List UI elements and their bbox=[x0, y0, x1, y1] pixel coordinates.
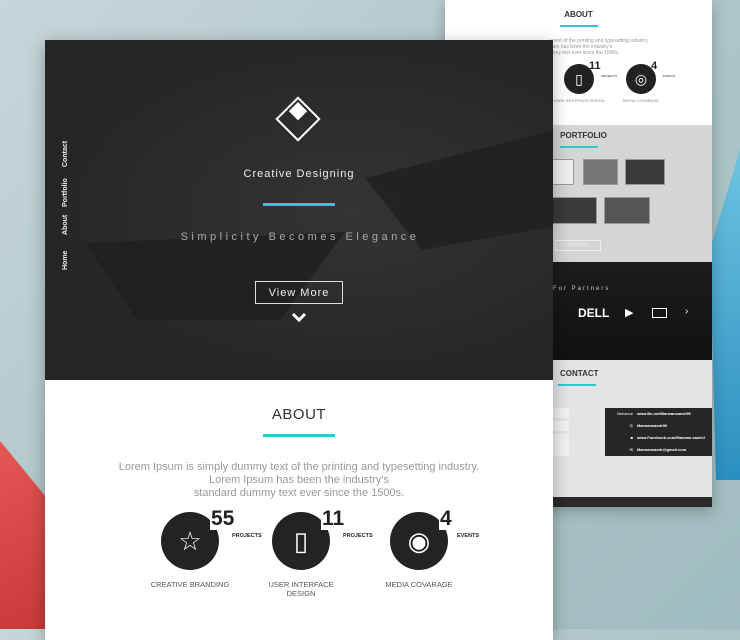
stat-number: 11 bbox=[589, 60, 601, 72]
accent-line bbox=[263, 434, 335, 437]
hero-title: Creative Designing bbox=[243, 168, 355, 180]
text-line: Lorem Ipsum has been the industry's bbox=[208, 474, 390, 486]
about-section: ABOUT Lorem Ipsum is simply dummy text o… bbox=[45, 380, 553, 500]
portfolio-thumb[interactable] bbox=[583, 159, 618, 185]
vertical-nav: Home About Portfolio Contact bbox=[62, 140, 74, 270]
contact-value[interactable]: www.Be.net/Marwansamir99 bbox=[637, 411, 691, 416]
view-more-button[interactable]: View More bbox=[255, 281, 343, 304]
stat-ui-design: ▯ 11 PROJECTS USER INTERFACE DESIGN bbox=[241, 508, 372, 599]
stat-number: 4 bbox=[651, 60, 658, 72]
back-stat: ▯ 11 PROJECTS USER INTERFACE DESIGN bbox=[549, 60, 617, 103]
stat-label: USER INTERFACE DESIGN bbox=[553, 98, 605, 103]
portfolio-thumb[interactable] bbox=[604, 197, 650, 224]
nav-contact[interactable]: Contact bbox=[62, 141, 69, 167]
email-field[interactable] bbox=[552, 421, 569, 431]
contact-value[interactable]: Marwansamir@gmail.com bbox=[637, 447, 686, 452]
blue-paper-boat bbox=[710, 150, 740, 480]
partner-logo-dell: DELL bbox=[578, 306, 610, 320]
partner-logo bbox=[652, 308, 667, 318]
behance-label: Behance bbox=[617, 411, 633, 416]
contact-row: ■ www.Facebook.com/Marwan.samir2 bbox=[605, 432, 712, 444]
hero-subtitle: Simplicity Becomes Elegance bbox=[180, 231, 420, 243]
front-page-mockup: Home About Portfolio Contact Creative De… bbox=[45, 40, 553, 640]
accent-line bbox=[559, 146, 598, 148]
contact-row: ✉ Marwansamir@gmail.com bbox=[605, 444, 712, 456]
stat-label: CREATIVE BRANDING bbox=[150, 580, 230, 589]
about-title: ABOUT bbox=[271, 406, 327, 423]
text-line: mmy text ever since the 1500s. bbox=[550, 50, 620, 56]
message-field[interactable] bbox=[552, 434, 569, 456]
chevron-down-icon[interactable] bbox=[291, 310, 307, 326]
stat-number: 4 bbox=[439, 507, 453, 530]
stat-label: USER INTERFACE DESIGN bbox=[268, 580, 334, 598]
play-logo-icon: ▶ bbox=[625, 307, 634, 319]
name-field[interactable] bbox=[552, 408, 569, 418]
accent-line bbox=[559, 25, 598, 27]
contact-row: Behance www.Be.net/Marwansamir99 bbox=[605, 408, 712, 420]
chevron-right-icon[interactable]: › bbox=[685, 306, 688, 317]
accent-line bbox=[263, 203, 335, 206]
contact-info-box: Behance www.Be.net/Marwansamir99 ◎ Marwans… bbox=[605, 408, 712, 456]
accent-line bbox=[558, 384, 596, 386]
logo-icon bbox=[275, 96, 321, 142]
partners-title: For Partners bbox=[553, 286, 611, 292]
instagram-icon: ◎ bbox=[629, 423, 634, 428]
stat-label: MEDIA COVARAGE bbox=[623, 98, 659, 103]
back-stat: ◎ 4 EVENTS MEDIA COVARAGE bbox=[611, 60, 675, 103]
back-view-more-button[interactable]: View More bbox=[555, 240, 601, 251]
nav-portfolio[interactable]: Portfolio bbox=[62, 178, 69, 207]
back-about-title: ABOUT bbox=[564, 10, 593, 19]
contact-value[interactable]: Marwansamir99 bbox=[637, 423, 667, 428]
nav-home[interactable]: Home bbox=[62, 251, 69, 270]
text-line: standard dummy text ever since the 1500s… bbox=[193, 487, 405, 499]
stat-unit: EVENTS bbox=[663, 74, 676, 78]
stat-number: 55 bbox=[210, 507, 236, 530]
stat-label: MEDIA COVARAGE bbox=[385, 580, 453, 589]
contact-row: ◎ Marwansamir99 bbox=[605, 420, 712, 432]
text-line: Lorem Ipsum is simply dummy text of the … bbox=[118, 461, 480, 473]
about-text: Lorem Ipsum is simply dummy text of the … bbox=[45, 461, 553, 500]
hero-section: Home About Portfolio Contact Creative De… bbox=[45, 40, 553, 380]
stat-unit: EVENTS bbox=[457, 533, 480, 539]
facebook-icon: ■ bbox=[630, 435, 633, 440]
stat-creative-branding: ☆ 55 PROJECTS CREATIVE BRANDING bbox=[130, 508, 262, 590]
mail-icon: ✉ bbox=[629, 447, 633, 452]
contact-title: CONTACT bbox=[560, 369, 599, 378]
stat-number: 11 bbox=[321, 507, 346, 530]
contact-value[interactable]: www.Facebook.com/Marwan.samir2 bbox=[637, 435, 705, 440]
stat-media-coverage: ◉ 4 EVENTS MEDIA COVARAGE bbox=[359, 508, 480, 590]
back-about-text: y text of the printing and typesetting i… bbox=[550, 38, 649, 56]
portfolio-thumb[interactable] bbox=[625, 159, 665, 185]
